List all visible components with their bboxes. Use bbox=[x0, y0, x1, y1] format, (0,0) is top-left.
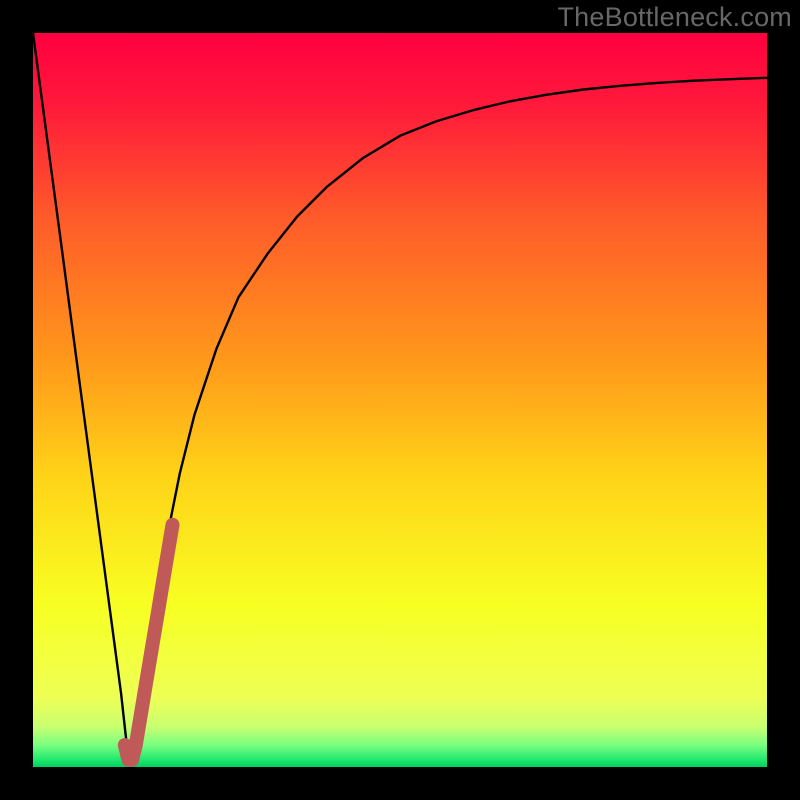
chart-frame: TheBottleneck.com bbox=[0, 0, 800, 800]
bottleneck-chart bbox=[0, 0, 800, 800]
watermark-text: TheBottleneck.com bbox=[557, 2, 792, 33]
plot-background bbox=[33, 33, 767, 767]
